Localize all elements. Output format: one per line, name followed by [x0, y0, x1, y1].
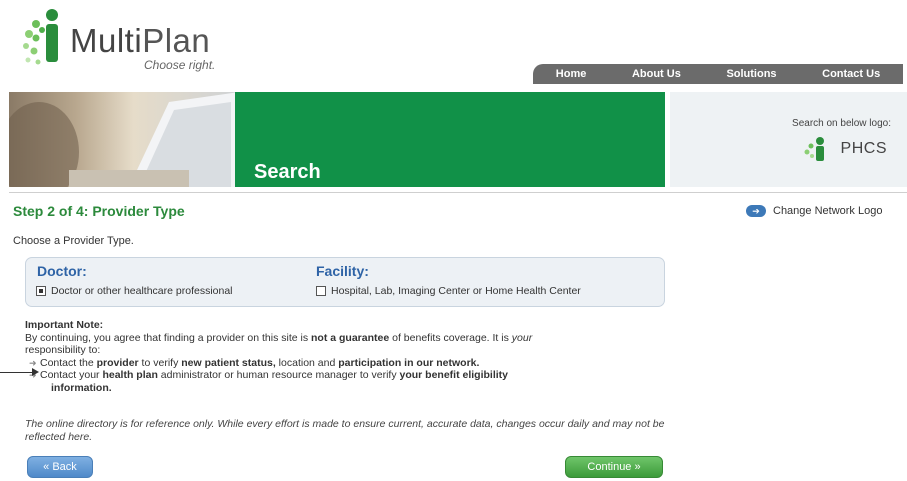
bullet1-part1: Contact the [40, 356, 97, 369]
bullet1-part3: location and [275, 356, 339, 369]
facility-option[interactable]: Hospital, Lab, Imaging Center or Home He… [316, 285, 581, 297]
pointer-arrow-line [0, 372, 34, 373]
nav-home[interactable]: Home [550, 68, 593, 80]
note-intro-part1: By continuing, you agree that finding a … [25, 331, 312, 344]
provider-type-box: Doctor: Doctor or other healthcare profe… [25, 257, 665, 307]
doctor-option[interactable]: Doctor or other healthcare professional [36, 285, 233, 297]
note-intro-italic: your [511, 331, 533, 344]
important-note-heading: Important Note: [25, 319, 104, 331]
important-note: Important Note: By continuing, you agree… [25, 319, 665, 395]
note-bullet-health-plan: ➜ Contact your health plan administrator… [25, 369, 665, 382]
important-note-intro: By continuing, you agree that finding a … [25, 332, 665, 345]
bullet2-continuation: information. [25, 382, 665, 395]
nav-contact-us[interactable]: Contact Us [816, 68, 886, 80]
nav-solutions[interactable]: Solutions [720, 68, 782, 80]
bullet2-bold3: information. [51, 381, 112, 394]
facility-option-label: Hospital, Lab, Imaging Center or Home He… [331, 285, 581, 297]
continue-button[interactable]: Continue » [565, 456, 663, 478]
logo-word-plan: Plan [142, 22, 211, 59]
bullet1-bold1: provider [96, 356, 139, 369]
header-divider [9, 192, 907, 193]
phcs-figure-icon [804, 137, 824, 161]
bullet2-bold2: your benefit eligibility [399, 369, 509, 382]
bullet1-bold3: participation in our network. [338, 356, 480, 369]
phcs-network-logo[interactable]: PHCS [841, 140, 887, 158]
banner-photo [9, 92, 235, 187]
note-intro-part2: of benefits coverage. It is [389, 331, 512, 344]
network-logo-panel: Search on below logo: PHCS [670, 92, 907, 187]
note-bullet-provider: ➜ Contact the provider to verify new pat… [25, 357, 665, 370]
nav-about-us[interactable]: About Us [626, 68, 687, 80]
bullet2-part1: Contact your [40, 369, 103, 382]
step-title: Step 2 of 4: Provider Type [13, 203, 185, 219]
bullet2-bold1: health plan [102, 369, 158, 382]
logo-tagline: Choose right. [144, 58, 216, 72]
laptop-illustration [9, 92, 235, 187]
choose-provider-instruction: Choose a Provider Type. [13, 235, 134, 247]
bullet1-part2: to verify [138, 356, 182, 369]
facility-heading: Facility: [316, 263, 369, 279]
pointer-arrow-head-icon [32, 368, 39, 376]
multiplan-figure-icon [23, 9, 58, 65]
top-navigation: Home About Us Solutions Contact Us [533, 64, 903, 84]
directory-disclaimer: The online directory is for reference on… [25, 418, 665, 443]
arrow-right-icon: ➔ [746, 205, 766, 217]
bullet1-bold2: new patient status, [181, 356, 276, 369]
logo-word-multi: Multi [70, 22, 143, 59]
doctor-heading: Doctor: [37, 263, 87, 279]
doctor-radio[interactable] [36, 286, 46, 296]
back-button[interactable]: « Back [27, 456, 93, 478]
change-network-logo-label: Change Network Logo [773, 205, 883, 217]
search-below-label: Search on below logo: [792, 118, 891, 129]
bullet2-part2: administrator or human resource manager … [157, 369, 400, 382]
doctor-option-label: Doctor or other healthcare professional [51, 285, 233, 297]
logo-wordmark: MultiPlan [70, 22, 210, 60]
page-title: Search [254, 161, 321, 183]
note-intro-bold: not a guarantee [311, 331, 390, 344]
note-intro-part3: responsibility to: [25, 344, 101, 357]
multiplan-logo[interactable]: MultiPlan Choose right. [22, 8, 262, 78]
facility-radio[interactable] [316, 286, 326, 296]
change-network-logo-link[interactable]: ➔ Change Network Logo [746, 205, 882, 217]
